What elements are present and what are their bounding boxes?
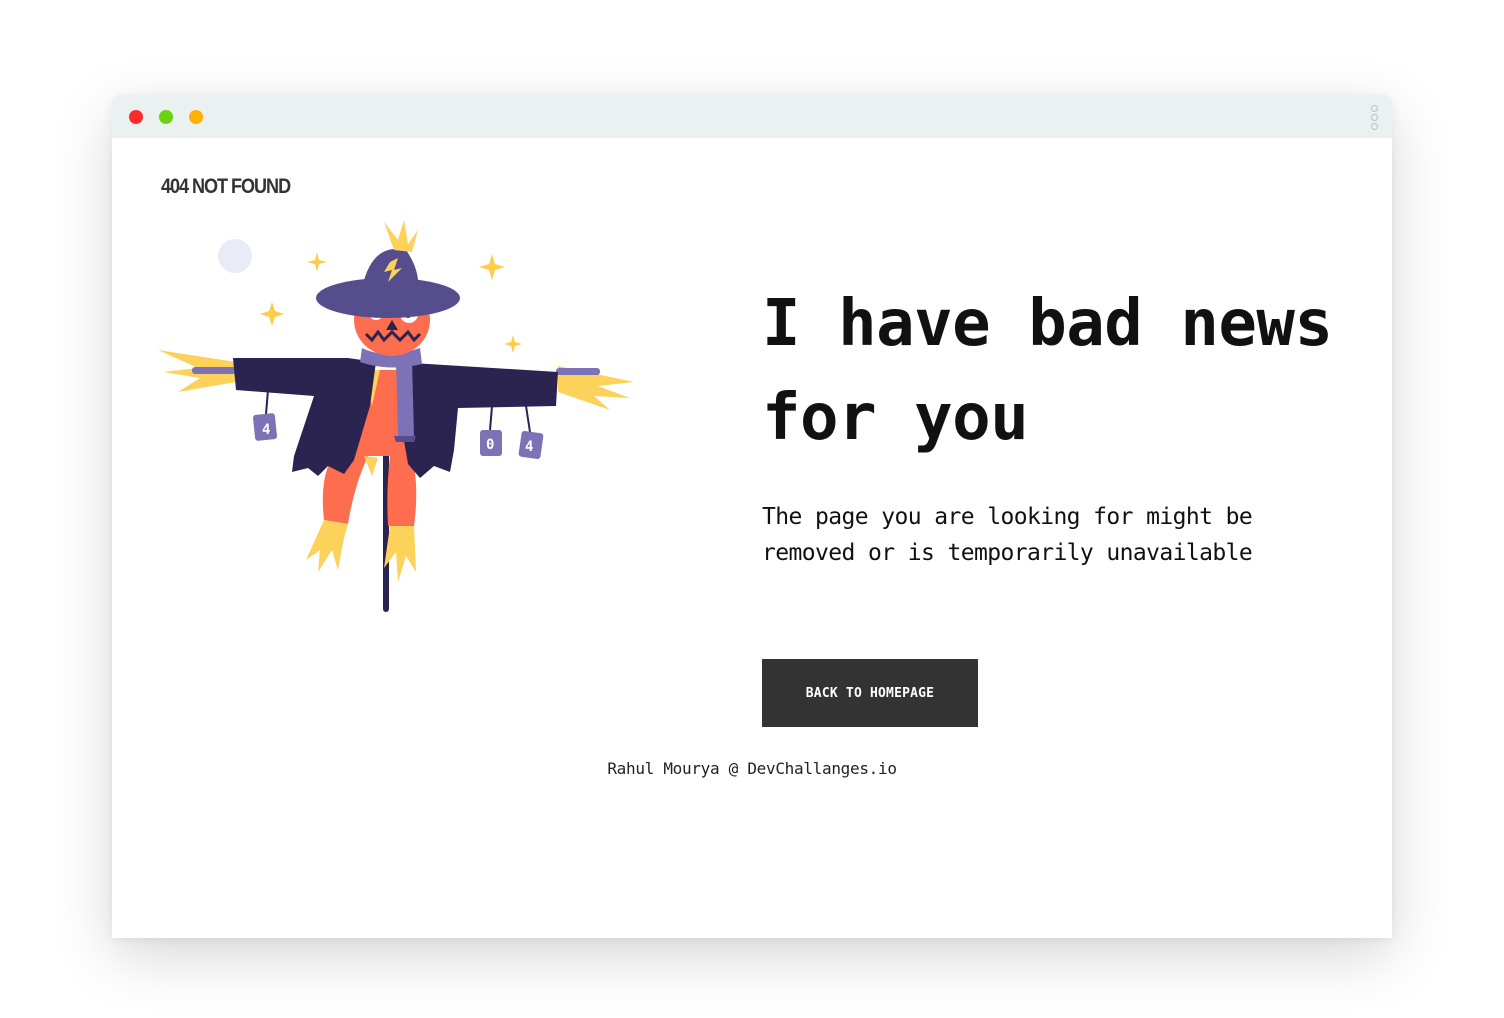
straw-left-foot: [306, 520, 348, 572]
sparkle-icon: [260, 302, 284, 326]
scarecrow-coat-right: [396, 362, 558, 478]
minimize-window-button[interactable]: [189, 110, 203, 124]
description-line-2: removed or is temporarily unavailable: [762, 540, 1253, 566]
description: The page you are looking for might be re…: [762, 499, 1322, 571]
sparkle-icon: [307, 252, 327, 272]
scarecrow-illustration: 4 0 4: [158, 220, 634, 612]
sparkle-icon: [479, 254, 505, 280]
kebab-menu-icon[interactable]: [1368, 105, 1380, 130]
headline-line-2: for you: [762, 381, 1029, 455]
can-label-left: 4: [262, 422, 270, 438]
description-line-1: The page you are looking for might be: [762, 504, 1253, 530]
can-label-right: 4: [525, 439, 533, 455]
can-label-middle: 0: [486, 437, 494, 453]
headline-line-1: I have bad news: [762, 287, 1333, 361]
back-to-homepage-button[interactable]: BACK TO HOMEPAGE: [762, 659, 978, 727]
footer-credit: Rahul Mourya @ DevChallanges.io: [607, 759, 897, 778]
headline: I have bad news for you: [762, 277, 1362, 465]
sparkle-icon: [504, 335, 522, 353]
stake-pole: [383, 450, 389, 612]
window-titlebar: [112, 95, 1392, 138]
straw-top: [384, 220, 418, 252]
site-logo[interactable]: 404 NOT FOUND: [161, 175, 291, 199]
moon-shape: [218, 239, 252, 273]
close-window-button[interactable]: [129, 110, 143, 124]
browser-window: 404 NOT FOUND 4 0 4 I have bad news for …: [112, 95, 1392, 938]
maximize-window-button[interactable]: [159, 110, 173, 124]
